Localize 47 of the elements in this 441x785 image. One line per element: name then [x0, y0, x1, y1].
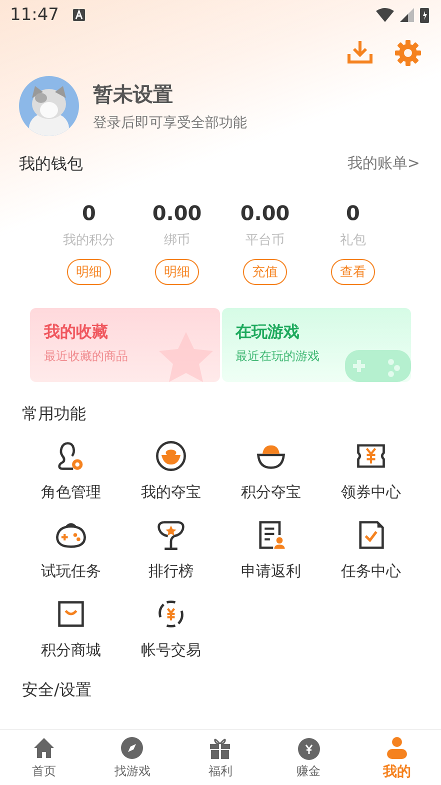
card-subtitle: 最近在玩的游戏	[236, 348, 320, 365]
stat-label: 我的积分	[63, 232, 115, 249]
stat-label: 平台币	[246, 232, 284, 249]
clock: 11:47	[10, 5, 59, 25]
nav-tab[interactable]: 首页	[0, 730, 88, 785]
feature-item[interactable]: 领券中心	[321, 439, 421, 502]
section-title: 常用功能	[21, 404, 87, 425]
stat-value: 0.00	[240, 201, 290, 225]
stat-label: 礼包	[340, 232, 366, 249]
nav-icon	[32, 736, 56, 760]
card-title: 在玩游戏	[236, 322, 300, 343]
nav-tab[interactable]: 赚金	[264, 730, 353, 785]
nav-icon	[120, 736, 144, 760]
nav-tab[interactable]: 福利	[176, 730, 265, 785]
battery-icon	[420, 7, 429, 23]
download-icon[interactable]	[347, 40, 373, 64]
stat-value: 0.00	[152, 201, 202, 225]
section-title: 我的钱包	[19, 154, 83, 175]
notification-icon	[73, 9, 85, 21]
feature-item[interactable]: 申请返利	[221, 518, 321, 581]
stat-label: 绑币	[164, 232, 190, 249]
nav-icon	[384, 736, 409, 760]
feature-item[interactable]: 积分夺宝	[221, 439, 321, 502]
feature-item[interactable]: 角色管理	[21, 439, 121, 502]
nav-icon	[208, 736, 232, 760]
settings-icon[interactable]	[395, 40, 421, 66]
feature-item[interactable]: 排行榜	[121, 518, 221, 581]
feature-item[interactable]: 积分商城	[21, 597, 121, 660]
user-name: 暂未设置	[93, 80, 174, 108]
feature-item[interactable]: 帐号交易	[121, 597, 221, 660]
card-title: 我的收藏	[44, 322, 109, 343]
stat-value: 0	[82, 201, 96, 225]
star-icon	[158, 332, 214, 382]
feature-item[interactable]: 任务中心	[321, 518, 421, 581]
wifi-icon	[376, 8, 394, 22]
feature-item[interactable]: 我的夺宝	[121, 439, 221, 502]
nav-icon	[296, 736, 321, 760]
feature-item[interactable]: 试玩任务	[21, 518, 121, 581]
nav-tab[interactable]: 找游戏	[88, 730, 176, 785]
stat-value: 0	[346, 201, 360, 225]
card-subtitle: 最近收藏的商品	[44, 348, 129, 365]
gamepad-icon	[345, 348, 411, 382]
feature-icon	[154, 439, 188, 473]
section-title: 安全/设置	[21, 680, 92, 701]
bill-link[interactable]: 我的账单>	[347, 154, 420, 175]
login-hint: 登录后即可享受全部功能	[93, 114, 247, 132]
signal-icon	[400, 8, 414, 22]
